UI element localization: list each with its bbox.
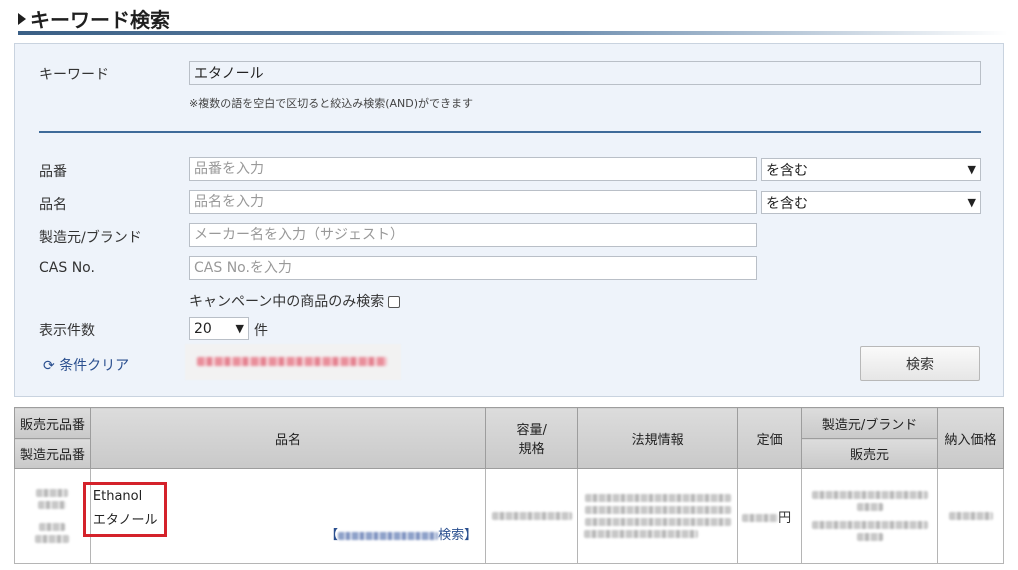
display-count-value: 20 [194,320,212,337]
display-count-label: 表示件数 [39,323,95,339]
header-maker-part-no: 製造元品番 [14,438,91,469]
campaign-checkbox[interactable] [388,296,401,308]
redacted-text [584,506,731,514]
page-title-text: キーワード検索 [30,8,170,32]
maker-seller-cell [801,468,938,564]
product-name-ja: エタノール [92,513,158,528]
maker-label: 製造元/ブランド [39,230,142,246]
search-form: キーワード ※複数の語を空白で区切ると絞込み検索(AND)ができます 品番 を含… [14,43,1004,397]
redacted-text [39,523,66,531]
link-suffix: 検索】 [438,528,478,543]
capacity-cell [485,468,579,564]
product-name-match-select[interactable]: を含む ▼ [761,191,981,214]
header-maker-brand: 製造元/ブランド [801,407,938,439]
header-product-name: 品名 [89,407,487,469]
price-unit: 円 [778,510,792,526]
refresh-icon: ⟳ [43,358,55,374]
related-search-link[interactable]: 【 検索】 [325,524,477,543]
redacted-text [584,530,699,538]
results-table: 販売元品番 品名 容量/ 規格 法規情報 定価 製造元/ブランド 納入価格 製造… [14,407,1004,564]
part-number-label: 品番 [39,164,67,180]
redacted-text [948,512,993,520]
cas-input[interactable] [189,256,757,280]
redacted-text [856,503,883,511]
part-number-match-value: を含む [766,162,808,179]
campaign-label: キャンペーン中の商品のみ検索 [189,294,385,310]
header-seller: 販売元 [801,438,938,469]
keyword-input[interactable] [189,61,981,85]
product-name-cell: Ethanol エタノール 【 検索】 [82,468,487,564]
chevron-down-icon: ▼ [235,322,244,335]
display-count-unit: 件 [254,323,268,339]
page-title: キーワード検索 [18,4,170,33]
keyword-note: ※複数の語を空白で区切ると絞込み検索(AND)ができます [189,97,474,110]
redacted-text [584,518,731,526]
cas-label: CAS No. [39,260,95,276]
keyword-label: キーワード [39,67,109,83]
list-price-cell: 円 [737,468,803,564]
section-divider [39,131,981,133]
header-capacity: 容量/ 規格 [485,407,579,469]
product-name-match-value: を含む [766,195,808,212]
chevron-down-icon: ▼ [967,196,976,209]
regulation-cell [577,468,739,564]
triangle-right-icon [18,12,26,25]
clear-conditions-label: 条件クリア [59,358,130,374]
chevron-down-icon: ▼ [967,163,976,176]
header-delivery-price: 納入価格 [937,407,1004,469]
maker-input[interactable] [189,223,757,247]
campaign-filter: キャンペーン中の商品のみ検索 [189,291,401,311]
product-name-input[interactable] [189,190,757,214]
redacted-text [811,491,928,499]
header-list-price: 定価 [737,407,803,469]
search-button[interactable]: 検索 [860,346,980,381]
product-name-wrapper: Ethanol エタノール 【 検索】 [82,469,485,563]
part-number-match-select[interactable]: を含む ▼ [761,158,981,181]
redacted-text [197,357,387,366]
clear-conditions-link[interactable]: ⟳ 条件クリア [43,355,129,375]
table-row: Ethanol エタノール 【 検索】 円 [14,468,1004,564]
redacted-text [856,533,883,541]
link-open-bracket: 【 [325,528,339,543]
part-number-cell [14,468,91,564]
header-sales-part-no: 販売元品番 [14,407,91,439]
title-underline [18,31,1008,35]
product-name-label: 品名 [39,197,67,213]
redacted-text [811,521,928,529]
redacted-text [584,494,731,502]
delivery-price-cell [937,468,1004,564]
display-count-select[interactable]: 20 ▼ [189,317,249,340]
redacted-text [338,531,439,540]
part-number-input[interactable] [189,157,757,181]
redacted-text [36,489,69,497]
redacted-text [38,501,67,509]
redacted-area [185,344,401,380]
redacted-text [491,512,572,520]
redacted-text [742,513,779,522]
header-regulation: 法規情報 [577,407,739,469]
product-name-en: Ethanol [92,489,143,504]
redacted-text [35,535,70,543]
